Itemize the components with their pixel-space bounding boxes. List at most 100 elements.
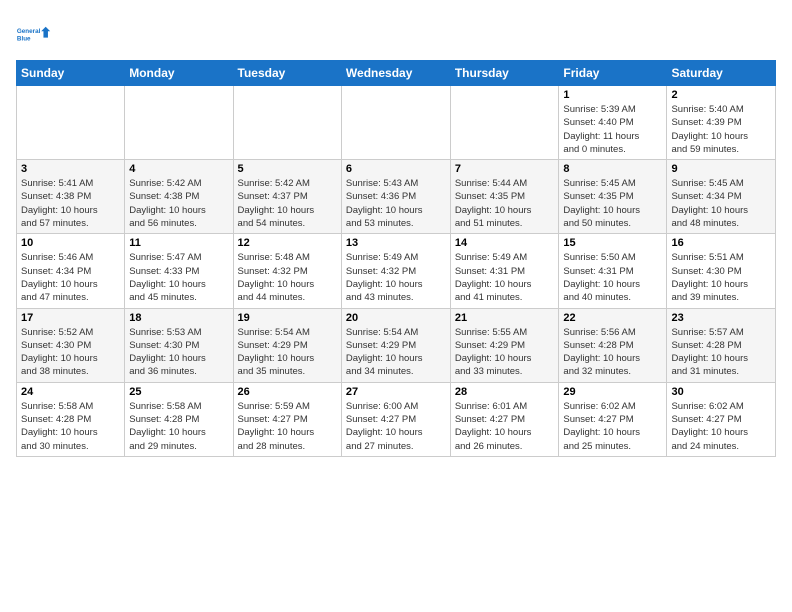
day-number: 26	[238, 386, 337, 398]
day-info: Sunrise: 6:01 AM Sunset: 4:27 PM Dayligh…	[455, 400, 555, 453]
day-number: 9	[671, 163, 771, 175]
calendar-cell: 30 Sunrise: 6:02 AM Sunset: 4:27 PM Dayli…	[667, 382, 776, 456]
calendar-cell: 25 Sunrise: 5:58 AM Sunset: 4:28 PM Dayli…	[125, 382, 233, 456]
day-info: Sunrise: 5:45 AM Sunset: 4:35 PM Dayligh…	[563, 177, 662, 230]
weekday-header-thursday: Thursday	[450, 61, 559, 86]
day-info: Sunrise: 6:02 AM Sunset: 4:27 PM Dayligh…	[671, 400, 771, 453]
week-row-1: 3Sunrise: 5:41 AM Sunset: 4:38 PM Daylig…	[17, 160, 776, 234]
day-info: Sunrise: 5:43 AM Sunset: 4:36 PM Dayligh…	[346, 177, 446, 230]
header: GeneralBlue	[16, 16, 776, 52]
weekday-header-wednesday: Wednesday	[341, 61, 450, 86]
calendar-cell: 6 Sunrise: 5:43 AM Sunset: 4:36 PM Daylig…	[341, 160, 450, 234]
calendar-cell: 18 Sunrise: 5:53 AM Sunset: 4:30 PM Dayli…	[125, 308, 233, 382]
day-info: Sunrise: 5:40 AM Sunset: 4:39 PM Dayligh…	[671, 103, 771, 156]
day-info: Sunrise: 5:47 AM Sunset: 4:33 PM Dayligh…	[129, 251, 228, 304]
calendar-cell: 1 Sunrise: 5:39 AM Sunset: 4:40 PM Daylig…	[559, 86, 667, 160]
calendar-cell: 10 Sunrise: 5:46 AM Sunset: 4:34 PM Dayli…	[17, 234, 125, 308]
day-number: 6	[346, 163, 446, 175]
day-number: 21	[455, 312, 555, 324]
calendar-cell: 27 Sunrise: 6:00 AM Sunset: 4:27 PM Dayli…	[341, 382, 450, 456]
svg-text:General: General	[17, 28, 41, 35]
day-number: 18	[129, 312, 228, 324]
day-info: Sunrise: 5:53 AM Sunset: 4:30 PM Dayligh…	[129, 326, 228, 379]
day-number: 23	[671, 312, 771, 324]
day-info: Sunrise: 6:02 AM Sunset: 4:27 PM Dayligh…	[563, 400, 662, 453]
weekday-header-tuesday: Tuesday	[233, 61, 341, 86]
day-info: Sunrise: 5:58 AM Sunset: 4:28 PM Dayligh…	[21, 400, 120, 453]
day-info: Sunrise: 5:46 AM Sunset: 4:34 PM Dayligh…	[21, 251, 120, 304]
day-info: Sunrise: 5:57 AM Sunset: 4:28 PM Dayligh…	[671, 326, 771, 379]
day-number: 20	[346, 312, 446, 324]
day-info: Sunrise: 5:44 AM Sunset: 4:35 PM Dayligh…	[455, 177, 555, 230]
calendar-cell: 5 Sunrise: 5:42 AM Sunset: 4:37 PM Daylig…	[233, 160, 341, 234]
weekday-header-row: SundayMondayTuesdayWednesdayThursdayFrid…	[17, 61, 776, 86]
calendar-cell	[17, 86, 125, 160]
day-number: 14	[455, 237, 555, 249]
day-info: Sunrise: 5:54 AM Sunset: 4:29 PM Dayligh…	[238, 326, 337, 379]
day-number: 3	[21, 163, 120, 175]
logo: GeneralBlue	[16, 16, 52, 52]
day-info: Sunrise: 5:39 AM Sunset: 4:40 PM Dayligh…	[563, 103, 662, 156]
calendar-cell: 3Sunrise: 5:41 AM Sunset: 4:38 PM Daylig…	[17, 160, 125, 234]
day-info: Sunrise: 5:59 AM Sunset: 4:27 PM Dayligh…	[238, 400, 337, 453]
week-row-0: 1 Sunrise: 5:39 AM Sunset: 4:40 PM Daylig…	[17, 86, 776, 160]
calendar-cell: 22 Sunrise: 5:56 AM Sunset: 4:28 PM Dayli…	[559, 308, 667, 382]
day-number: 22	[563, 312, 662, 324]
day-info: Sunrise: 5:42 AM Sunset: 4:38 PM Dayligh…	[129, 177, 228, 230]
calendar-cell: 28 Sunrise: 6:01 AM Sunset: 4:27 PM Dayli…	[450, 382, 559, 456]
week-row-2: 10 Sunrise: 5:46 AM Sunset: 4:34 PM Dayli…	[17, 234, 776, 308]
weekday-header-sunday: Sunday	[17, 61, 125, 86]
day-number: 19	[238, 312, 337, 324]
weekday-header-monday: Monday	[125, 61, 233, 86]
week-row-4: 24 Sunrise: 5:58 AM Sunset: 4:28 PM Dayli…	[17, 382, 776, 456]
day-number: 16	[671, 237, 771, 249]
calendar-cell	[233, 86, 341, 160]
calendar-cell: 26 Sunrise: 5:59 AM Sunset: 4:27 PM Dayli…	[233, 382, 341, 456]
day-number: 27	[346, 386, 446, 398]
day-info: Sunrise: 5:55 AM Sunset: 4:29 PM Dayligh…	[455, 326, 555, 379]
calendar-cell: 23 Sunrise: 5:57 AM Sunset: 4:28 PM Dayli…	[667, 308, 776, 382]
day-info: Sunrise: 5:51 AM Sunset: 4:30 PM Dayligh…	[671, 251, 771, 304]
calendar-cell: 12 Sunrise: 5:48 AM Sunset: 4:32 PM Dayli…	[233, 234, 341, 308]
calendar-cell: 20 Sunrise: 5:54 AM Sunset: 4:29 PM Dayli…	[341, 308, 450, 382]
calendar-cell: 17 Sunrise: 5:52 AM Sunset: 4:30 PM Dayli…	[17, 308, 125, 382]
day-info: Sunrise: 5:48 AM Sunset: 4:32 PM Dayligh…	[238, 251, 337, 304]
day-info: Sunrise: 6:00 AM Sunset: 4:27 PM Dayligh…	[346, 400, 446, 453]
day-info: Sunrise: 5:45 AM Sunset: 4:34 PM Dayligh…	[671, 177, 771, 230]
calendar-cell: 13Sunrise: 5:49 AM Sunset: 4:32 PM Dayli…	[341, 234, 450, 308]
day-info: Sunrise: 5:42 AM Sunset: 4:37 PM Dayligh…	[238, 177, 337, 230]
day-info: Sunrise: 5:52 AM Sunset: 4:30 PM Dayligh…	[21, 326, 120, 379]
day-number: 28	[455, 386, 555, 398]
calendar-cell: 21 Sunrise: 5:55 AM Sunset: 4:29 PM Dayli…	[450, 308, 559, 382]
calendar-cell	[450, 86, 559, 160]
calendar-cell	[125, 86, 233, 160]
week-row-3: 17 Sunrise: 5:52 AM Sunset: 4:30 PM Dayli…	[17, 308, 776, 382]
calendar-cell: 8Sunrise: 5:45 AM Sunset: 4:35 PM Daylig…	[559, 160, 667, 234]
day-number: 25	[129, 386, 228, 398]
day-number: 15	[563, 237, 662, 249]
calendar-cell: 24 Sunrise: 5:58 AM Sunset: 4:28 PM Dayli…	[17, 382, 125, 456]
day-info: Sunrise: 5:54 AM Sunset: 4:29 PM Dayligh…	[346, 326, 446, 379]
day-info: Sunrise: 5:58 AM Sunset: 4:28 PM Dayligh…	[129, 400, 228, 453]
logo-icon: GeneralBlue	[16, 16, 52, 52]
day-number: 17	[21, 312, 120, 324]
day-number: 30	[671, 386, 771, 398]
day-info: Sunrise: 5:49 AM Sunset: 4:31 PM Dayligh…	[455, 251, 555, 304]
calendar-cell: 14 Sunrise: 5:49 AM Sunset: 4:31 PM Dayli…	[450, 234, 559, 308]
weekday-header-friday: Friday	[559, 61, 667, 86]
day-number: 10	[21, 237, 120, 249]
day-number: 13	[346, 237, 446, 249]
calendar-cell: 16 Sunrise: 5:51 AM Sunset: 4:30 PM Dayli…	[667, 234, 776, 308]
day-number: 1	[563, 89, 662, 101]
day-number: 24	[21, 386, 120, 398]
day-number: 5	[238, 163, 337, 175]
day-info: Sunrise: 5:56 AM Sunset: 4:28 PM Dayligh…	[563, 326, 662, 379]
svg-text:Blue: Blue	[17, 35, 31, 42]
calendar-cell: 11Sunrise: 5:47 AM Sunset: 4:33 PM Dayli…	[125, 234, 233, 308]
day-number: 2	[671, 89, 771, 101]
calendar-cell: 2 Sunrise: 5:40 AM Sunset: 4:39 PM Daylig…	[667, 86, 776, 160]
calendar-cell: 29 Sunrise: 6:02 AM Sunset: 4:27 PM Dayli…	[559, 382, 667, 456]
calendar-cell	[341, 86, 450, 160]
day-number: 12	[238, 237, 337, 249]
day-number: 29	[563, 386, 662, 398]
